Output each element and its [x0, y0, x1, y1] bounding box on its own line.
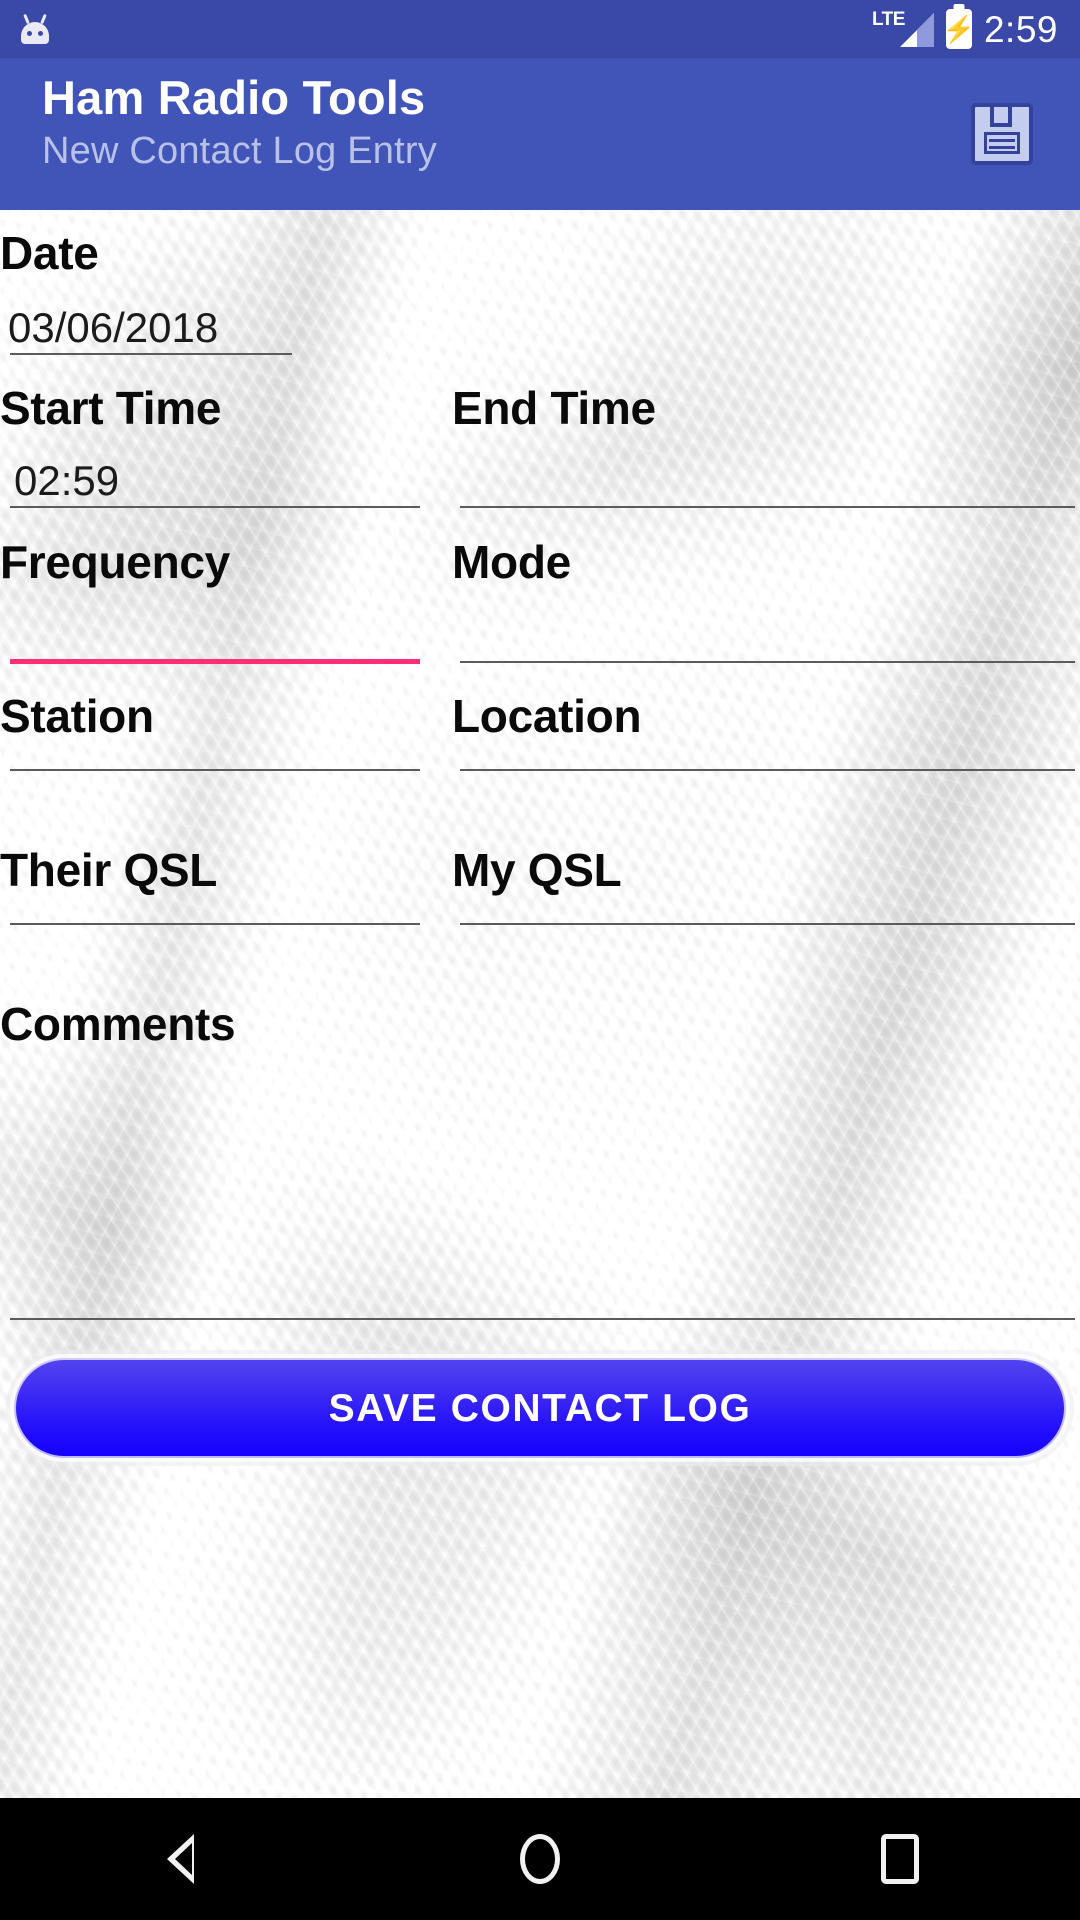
label-station: Station: [0, 690, 154, 742]
form-content-area: Date 03/06/2018 Start Time End Time 02:5…: [0, 210, 1080, 1798]
nav-recents-button[interactable]: [720, 1798, 1080, 1920]
android-navigation-bar: [0, 1798, 1080, 1920]
underline-their-qsl: [10, 923, 420, 925]
network-type-label: LTE: [871, 9, 905, 30]
nav-home-button[interactable]: [360, 1798, 720, 1920]
circle-home-icon: [520, 1834, 560, 1884]
battery-charging-icon: ⚡: [943, 9, 975, 49]
status-bar: LTE ⚡ 2:59: [0, 0, 1080, 58]
label-frequency: Frequency: [0, 536, 230, 588]
label-their-qsl: Their QSL: [0, 844, 218, 896]
app-subtitle: New Contact Log Entry: [42, 129, 437, 172]
status-bar-right: LTE ⚡ 2:59: [872, 9, 1058, 49]
save-contact-log-button[interactable]: SAVE CONTACT LOG: [10, 1354, 1070, 1462]
label-date: Date: [0, 227, 99, 279]
android-phone-screen: LTE ⚡ 2:59 Ham Radio Tools New Contact L…: [0, 0, 1080, 1920]
underline-mode: [460, 661, 1075, 663]
app-bar: Ham Radio Tools New Contact Log Entry: [0, 58, 1080, 210]
label-my-qsl: My QSL: [452, 844, 622, 896]
underline-start-time: [10, 506, 420, 508]
underline-my-qsl: [460, 923, 1075, 925]
label-location: Location: [452, 690, 642, 742]
label-end-time: End Time: [452, 382, 656, 434]
android-head-icon: [18, 13, 52, 44]
label-start-time: Start Time: [0, 382, 222, 434]
underline-end-time: [460, 506, 1075, 508]
underline-station: [10, 769, 420, 771]
underline-frequency-focused: [10, 659, 420, 664]
nav-back-button[interactable]: [0, 1798, 360, 1920]
app-title: Ham Radio Tools: [42, 71, 426, 124]
signal-bars-icon: LTE: [872, 9, 934, 49]
triangle-back-icon: [166, 1834, 194, 1884]
underline-date: [10, 353, 292, 355]
label-comments: Comments: [0, 998, 236, 1050]
input-date[interactable]: 03/06/2018: [8, 307, 218, 349]
floppy-disk-save-icon: [971, 103, 1033, 165]
underline-location: [460, 769, 1075, 771]
input-start-time[interactable]: 02:59: [14, 460, 119, 502]
save-contact-log-label: SAVE CONTACT LOG: [328, 1386, 752, 1430]
square-recents-icon: [881, 1834, 919, 1884]
status-bar-left: [18, 13, 52, 44]
label-mode: Mode: [452, 536, 571, 588]
save-action-button[interactable]: [954, 86, 1050, 182]
contact-log-form: Date 03/06/2018 Start Time End Time 02:5…: [0, 210, 1080, 1798]
status-bar-clock: 2:59: [983, 8, 1058, 50]
app-bar-titles: Ham Radio Tools New Contact Log Entry: [42, 71, 437, 174]
underline-comments: [10, 1318, 1075, 1320]
